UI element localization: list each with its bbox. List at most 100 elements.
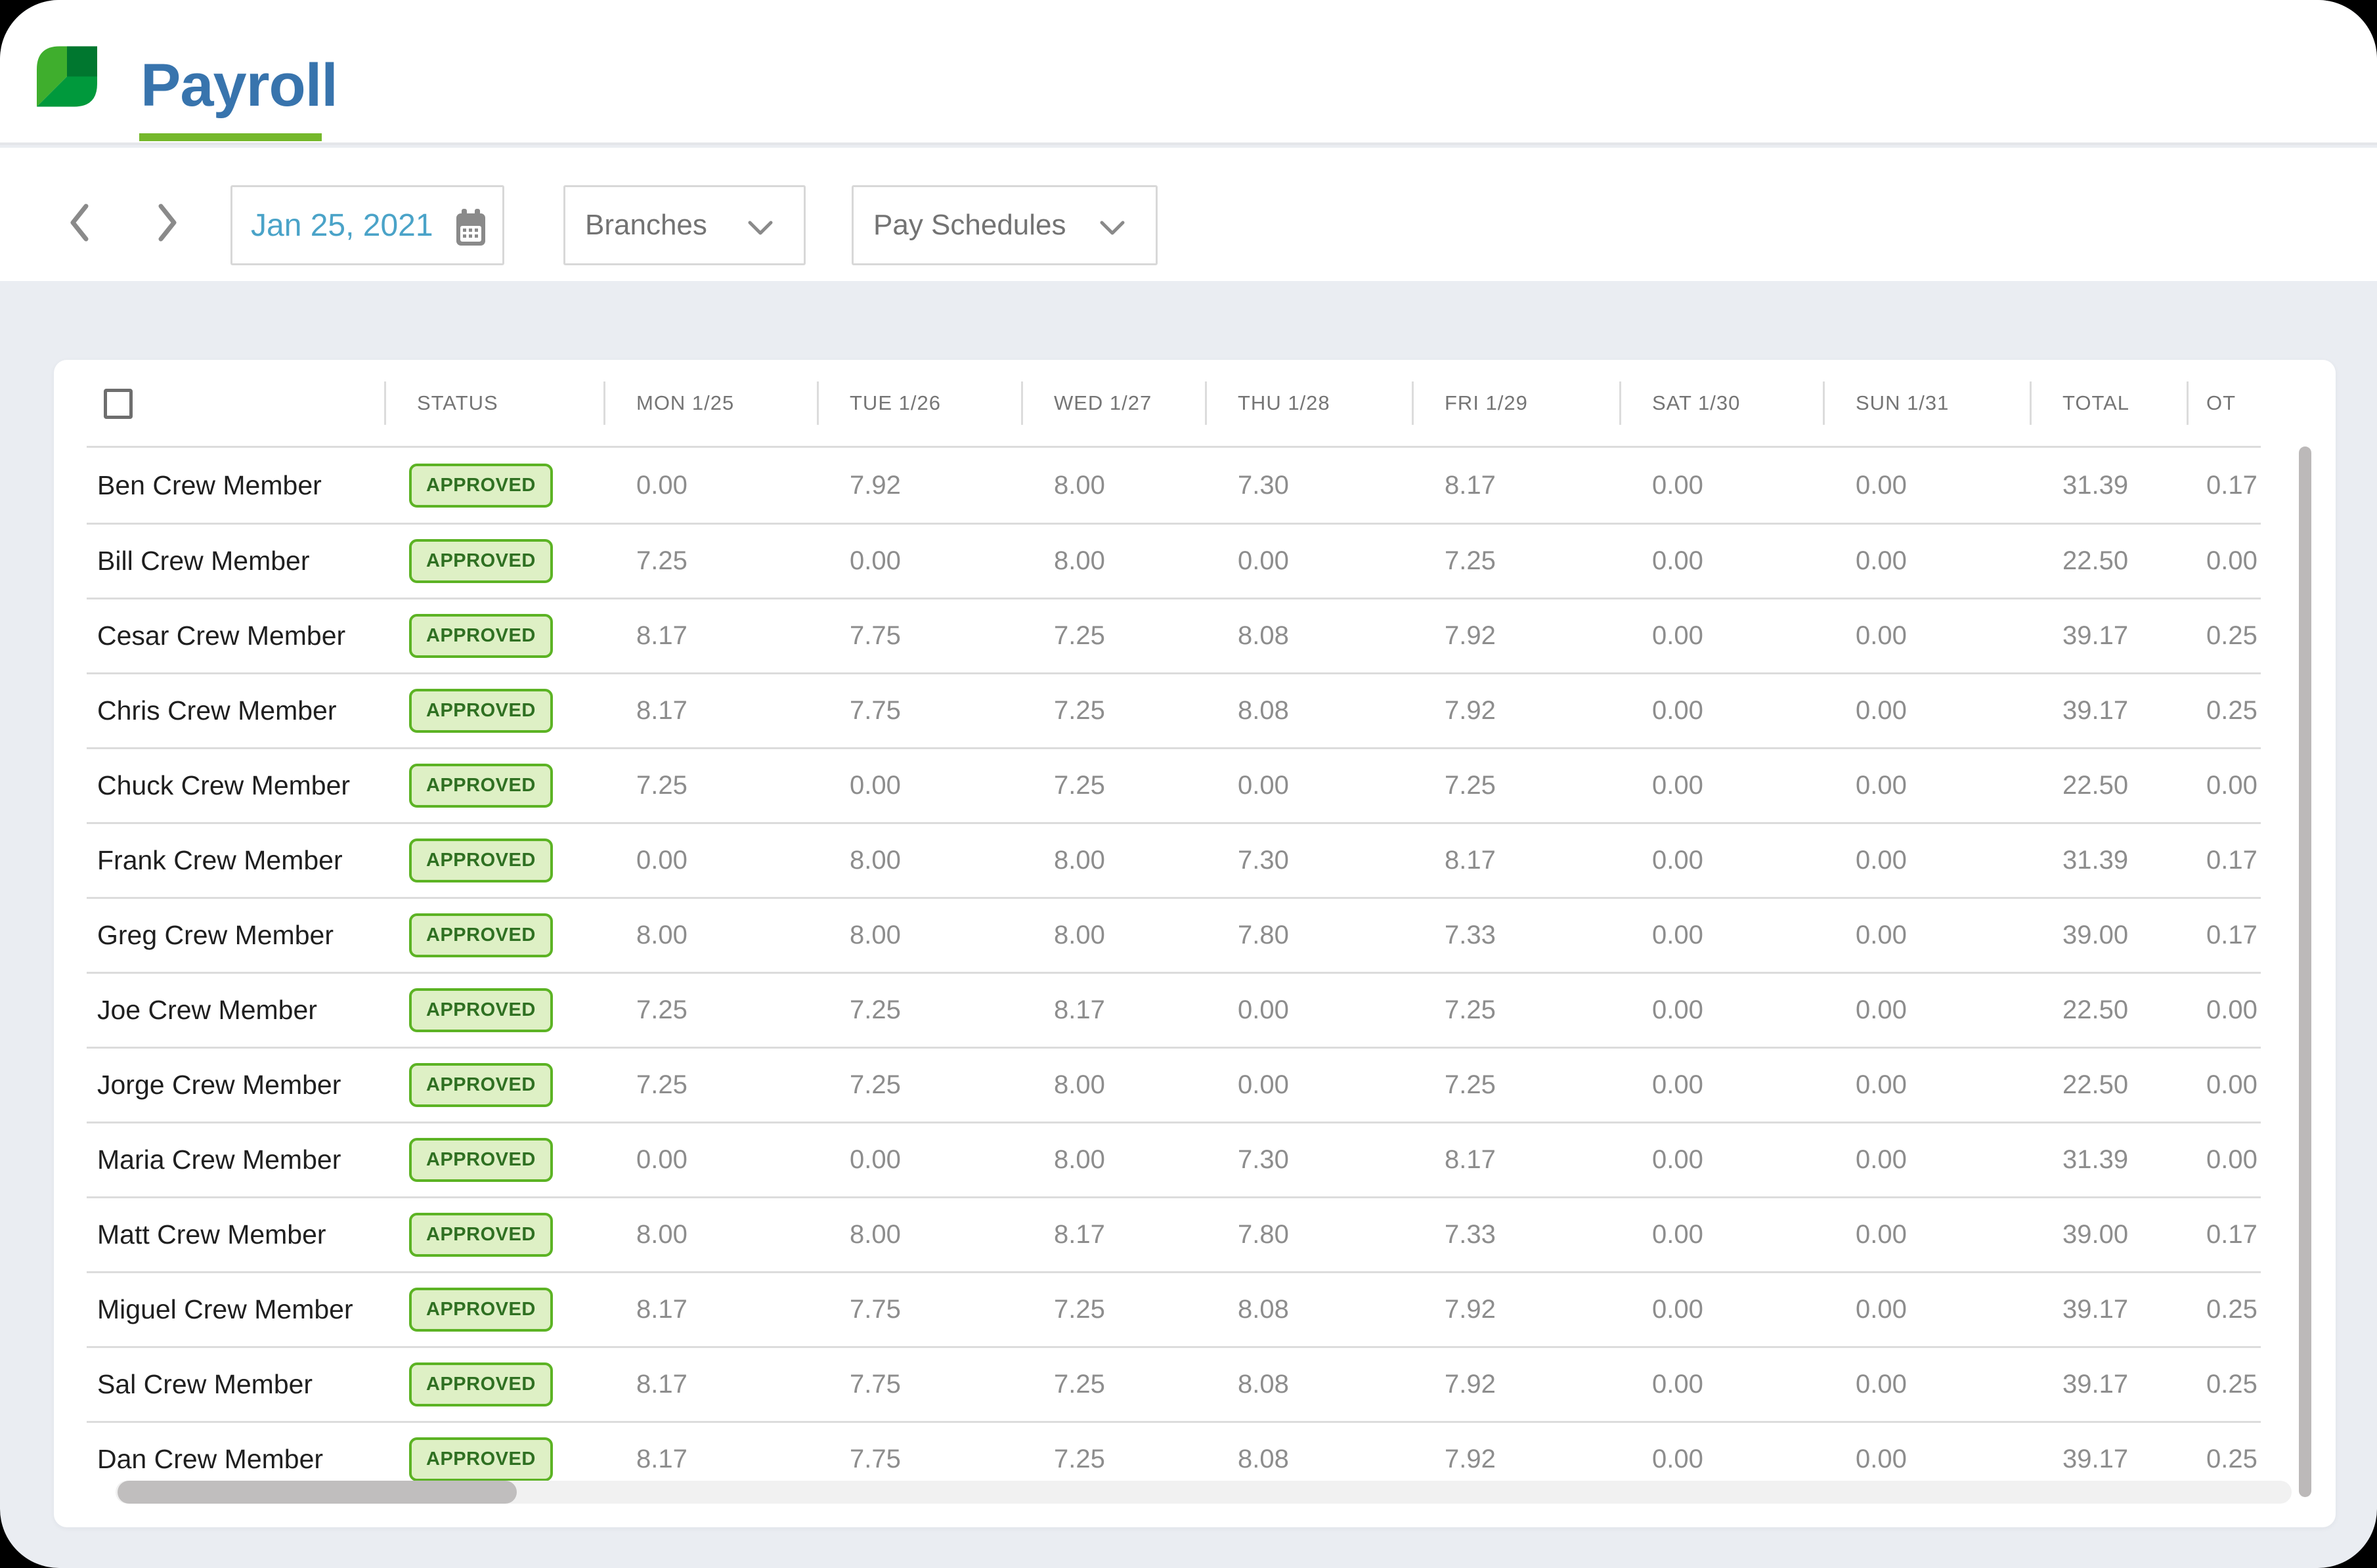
vertical-scrollbar-thumb[interactable]: [2299, 446, 2311, 1497]
status-badge[interactable]: APPROVED: [409, 988, 553, 1032]
payroll-card: STATUSMON 1/25TUE 1/26WED 1/27THU 1/28FR…: [54, 360, 2336, 1527]
chevron-down-icon: [1099, 220, 1125, 236]
branches-dropdown[interactable]: Branches: [563, 185, 806, 265]
hours-cell: 8.00: [1021, 471, 1205, 500]
hours-cell: 0.00: [1619, 1370, 1823, 1399]
status-badge[interactable]: APPROVED: [409, 1362, 553, 1406]
status-badge[interactable]: APPROVED: [409, 1288, 553, 1332]
table-row[interactable]: Cesar Crew MemberAPPROVED8.177.757.258.0…: [87, 598, 2261, 672]
hours-cell: 8.08: [1205, 696, 1412, 726]
hours-cell: 7.25: [1021, 1445, 1205, 1474]
hours-cell: 0.00: [1823, 1070, 2030, 1100]
status-cell: APPROVED: [384, 1138, 603, 1182]
hours-cell: 7.25: [1021, 1370, 1205, 1399]
hours-cell: 0.00: [1205, 546, 1412, 576]
hours-cell: 0.00: [1619, 1145, 1823, 1175]
hours-cell: 8.17: [1412, 471, 1619, 500]
hours-cell: 8.17: [603, 1370, 817, 1399]
status-badge[interactable]: APPROVED: [409, 913, 553, 957]
ot-cell: 0.17: [2187, 1220, 2261, 1250]
status-badge[interactable]: APPROVED: [409, 1437, 553, 1481]
tab-payroll[interactable]: Payroll: [141, 51, 338, 120]
column-header-fri-1-29[interactable]: FRI 1/29: [1412, 360, 1619, 446]
hours-cell: 8.08: [1205, 1445, 1412, 1474]
table-row[interactable]: Jorge Crew MemberAPPROVED7.257.258.000.0…: [87, 1047, 2261, 1122]
employee-name: Joe Crew Member: [87, 995, 384, 1026]
employee-name: Cesar Crew Member: [87, 621, 384, 651]
chevron-right-icon[interactable]: [153, 203, 179, 242]
column-header-status[interactable]: STATUS: [384, 360, 603, 446]
table-row[interactable]: Bill Crew MemberAPPROVED7.250.008.000.00…: [87, 523, 2261, 598]
hours-cell: 7.25: [603, 771, 817, 800]
status-badge[interactable]: APPROVED: [409, 1063, 553, 1107]
select-all-checkbox[interactable]: [104, 389, 133, 419]
status-badge[interactable]: APPROVED: [409, 838, 553, 882]
hours-cell: 8.08: [1205, 1370, 1412, 1399]
table-row[interactable]: Ben Crew MemberAPPROVED0.007.928.007.308…: [87, 448, 2261, 523]
hours-cell: 0.00: [1823, 546, 2030, 576]
hours-cell: 0.00: [1619, 1220, 1823, 1250]
ot-cell: 0.25: [2187, 696, 2261, 726]
hours-cell: 0.00: [603, 846, 817, 875]
status-badge[interactable]: APPROVED: [409, 1138, 553, 1182]
column-header-tue-1-26[interactable]: TUE 1/26: [817, 360, 1021, 446]
horizontal-scrollbar-thumb[interactable]: [118, 1481, 517, 1504]
pay-schedules-dropdown[interactable]: Pay Schedules: [852, 185, 1158, 265]
total-cell: 39.00: [2030, 1220, 2187, 1250]
hours-cell: 0.00: [1205, 771, 1412, 800]
column-header-wed-1-27[interactable]: WED 1/27: [1021, 360, 1205, 446]
hours-cell: 8.00: [817, 921, 1021, 950]
hours-cell: 7.30: [1205, 1145, 1412, 1175]
hours-cell: 0.00: [817, 1145, 1021, 1175]
calendar-icon[interactable]: [456, 209, 485, 246]
hours-cell: 0.00: [1619, 621, 1823, 651]
status-badge[interactable]: APPROVED: [409, 539, 553, 583]
column-header-total[interactable]: TOTAL: [2030, 360, 2187, 446]
total-cell: 22.50: [2030, 1070, 2187, 1100]
table-row[interactable]: Joe Crew MemberAPPROVED7.257.258.170.007…: [87, 972, 2261, 1047]
total-cell: 22.50: [2030, 995, 2187, 1025]
hours-cell: 0.00: [1823, 1220, 2030, 1250]
hours-cell: 0.00: [1619, 1070, 1823, 1100]
table-row[interactable]: Sal Crew MemberAPPROVED8.177.757.258.087…: [87, 1346, 2261, 1421]
hours-cell: 0.00: [1823, 995, 2030, 1025]
table-row[interactable]: Chris Crew MemberAPPROVED8.177.757.258.0…: [87, 672, 2261, 747]
hours-cell: 7.30: [1205, 471, 1412, 500]
hours-cell: 7.92: [1412, 696, 1619, 726]
table-row[interactable]: Maria Crew MemberAPPROVED0.000.008.007.3…: [87, 1122, 2261, 1196]
status-cell: APPROVED: [384, 1063, 603, 1107]
status-badge[interactable]: APPROVED: [409, 464, 553, 508]
column-header-ot[interactable]: OT: [2187, 360, 2261, 446]
chevron-left-icon[interactable]: [68, 203, 94, 242]
hours-cell: 7.25: [817, 995, 1021, 1025]
table-row[interactable]: Greg Crew MemberAPPROVED8.008.008.007.80…: [87, 897, 2261, 972]
total-cell: 39.17: [2030, 696, 2187, 726]
date-input[interactable]: Jan 25, 2021: [230, 185, 504, 265]
status-badge[interactable]: APPROVED: [409, 1213, 553, 1257]
table-row[interactable]: Frank Crew MemberAPPROVED0.008.008.007.3…: [87, 822, 2261, 897]
hours-cell: 0.00: [1823, 471, 2030, 500]
column-header-mon-1-25[interactable]: MON 1/25: [603, 360, 817, 446]
column-header-sun-1-31[interactable]: SUN 1/31: [1823, 360, 2030, 446]
total-cell: 39.00: [2030, 921, 2187, 950]
hours-cell: 8.17: [603, 1445, 817, 1474]
hours-cell: 0.00: [1823, 696, 2030, 726]
status-cell: APPROVED: [384, 913, 603, 957]
hours-cell: 0.00: [1619, 921, 1823, 950]
status-badge[interactable]: APPROVED: [409, 689, 553, 733]
ot-cell: 0.00: [2187, 995, 2261, 1025]
status-badge[interactable]: APPROVED: [409, 764, 553, 808]
total-cell: 39.17: [2030, 1370, 2187, 1399]
table-row[interactable]: Miguel Crew MemberAPPROVED8.177.757.258.…: [87, 1271, 2261, 1346]
leaf-logo-icon: [37, 45, 97, 108]
table-row[interactable]: Chuck Crew MemberAPPROVED7.250.007.250.0…: [87, 747, 2261, 822]
column-header-thu-1-28[interactable]: THU 1/28: [1205, 360, 1412, 446]
status-badge[interactable]: APPROVED: [409, 614, 553, 658]
hours-cell: 7.25: [817, 1070, 1021, 1100]
hours-cell: 0.00: [817, 546, 1021, 576]
column-header-sat-1-30[interactable]: SAT 1/30: [1619, 360, 1823, 446]
employee-name: Dan Crew Member: [87, 1444, 384, 1475]
table-row[interactable]: Matt Crew MemberAPPROVED8.008.008.177.80…: [87, 1196, 2261, 1271]
ot-cell: 0.00: [2187, 546, 2261, 576]
employee-name: Greg Crew Member: [87, 920, 384, 951]
